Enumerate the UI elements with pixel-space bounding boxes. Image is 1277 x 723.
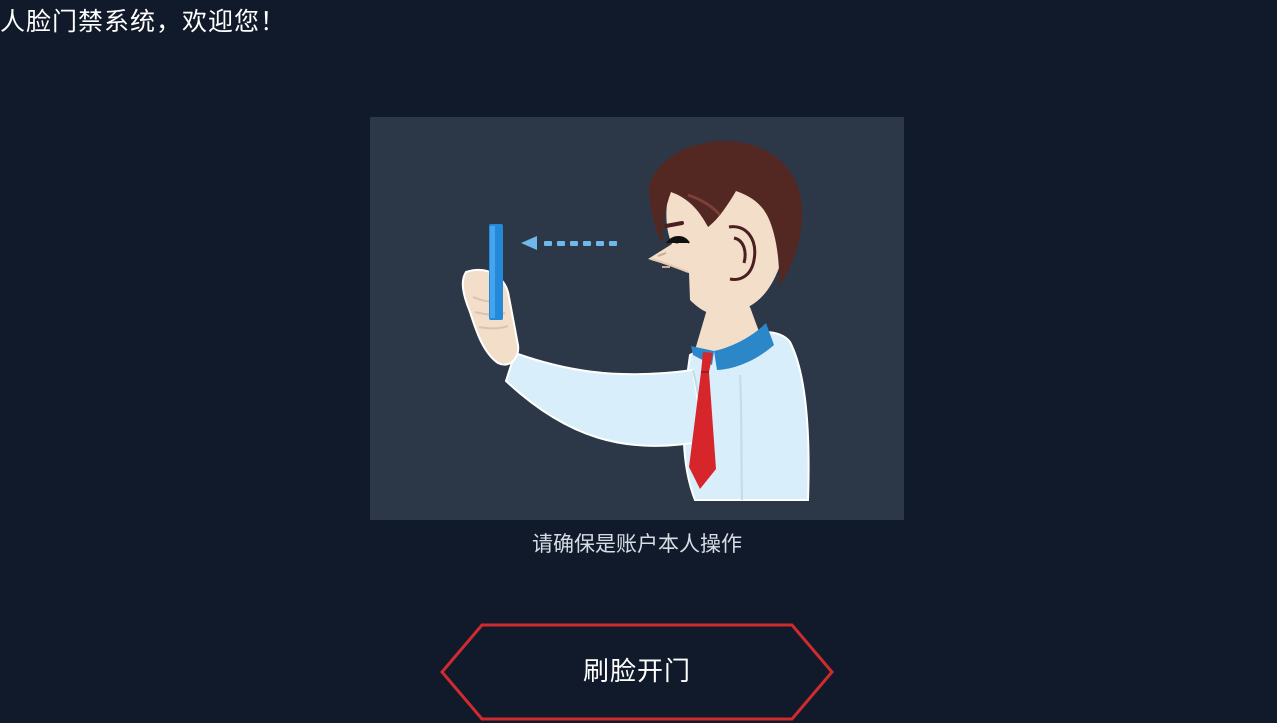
face-unlock-button[interactable]: 刷脸开门 <box>437 621 837 723</box>
face-scan-illustration <box>370 117 904 520</box>
access-control-screen: 人脸门禁系统，欢迎您！ 请确保是账户本人操作 刷脸开门 <box>0 0 1277 723</box>
account-owner-hint: 请确保是账户本人操作 <box>532 532 742 556</box>
person-face-scan-illustration <box>370 117 904 520</box>
face-unlock-label: 刷脸开门 <box>582 657 691 687</box>
welcome-title: 人脸门禁系统，欢迎您！ <box>0 7 287 36</box>
